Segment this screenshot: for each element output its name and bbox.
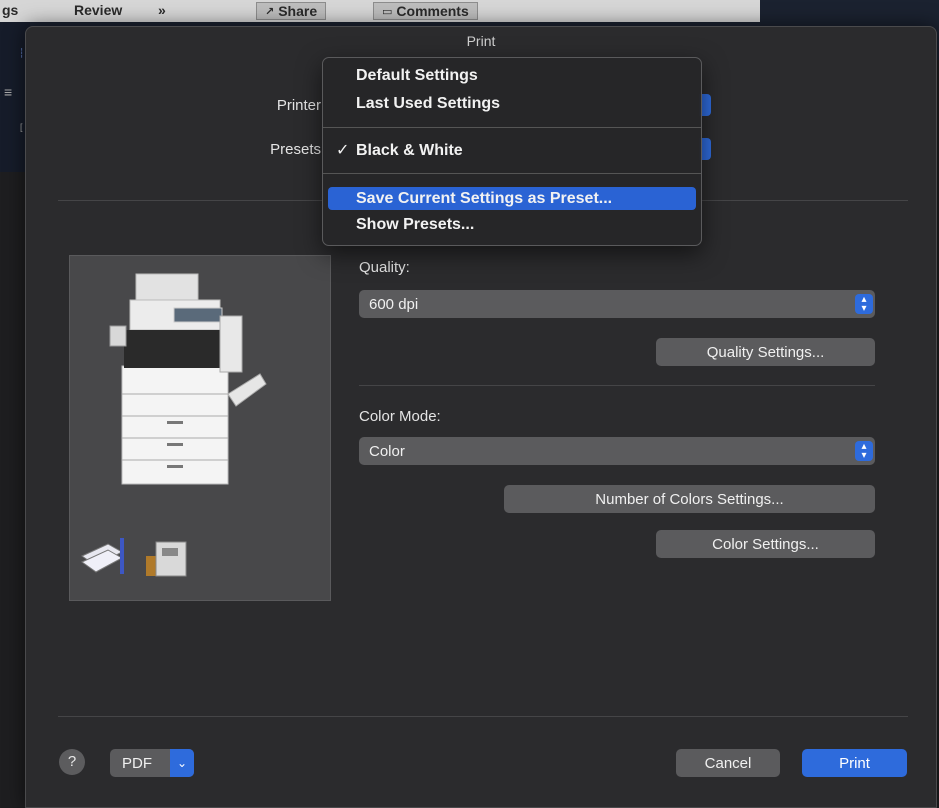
pdf-menu-button[interactable]: PDF ⌄ <box>110 749 194 777</box>
printer-image-icon <box>81 273 267 577</box>
menu-item-label: Default Settings <box>356 67 478 84</box>
screen: gs Review » ↗ Share ▭ Comments ┆ ≡ [ Pri… <box>0 0 939 808</box>
menu-separator <box>323 127 701 128</box>
menu-item-label: Black & White <box>356 142 463 159</box>
popup-arrows-icon: ▴ ▾ <box>855 441 873 461</box>
quality-settings-button[interactable]: Quality Settings... <box>656 338 875 366</box>
help-button[interactable]: ? <box>59 749 85 775</box>
checkmark-icon: ✓ <box>336 142 350 159</box>
background-toolbar: gs Review » ↗ Share ▭ Comments <box>0 0 760 22</box>
share-icon: ↗ <box>265 5 275 18</box>
share-label: Share <box>278 3 318 19</box>
menu-item-show-presets[interactable]: Show Presets... <box>328 213 696 236</box>
menu-separator <box>323 173 701 174</box>
popup-arrows-icon: ▴ ▾ <box>855 294 873 314</box>
background-share-button[interactable]: ↗ Share <box>256 2 327 20</box>
chevron-down-icon: ⌄ <box>170 749 194 777</box>
quality-label: Quality: <box>359 259 410 276</box>
overflow-chevron-icon[interactable]: » <box>158 2 166 18</box>
background-tab-review[interactable]: Review <box>74 2 122 18</box>
list-icon: ≡ <box>4 84 13 100</box>
comments-label: Comments <box>396 3 469 19</box>
bottom-divider <box>58 716 908 717</box>
color-mode-select-value: Color <box>369 442 405 460</box>
menu-item-last-used-settings[interactable]: Last Used Settings <box>328 92 696 115</box>
background-toolbar-item: gs <box>2 2 19 18</box>
menu-item-save-current-settings[interactable]: Save Current Settings as Preset... <box>328 187 696 210</box>
printer-label: Printer <box>276 97 321 114</box>
number-of-colors-settings-button[interactable]: Number of Colors Settings... <box>504 485 875 513</box>
presets-menu: Default Settings Last Used Settings ✓ Bl… <box>322 57 702 246</box>
background-comments-button[interactable]: ▭ Comments <box>373 2 478 20</box>
quality-select[interactable]: 600 dpi ▴ ▾ <box>359 290 875 318</box>
ruler-mark-icon: ┆ <box>19 48 25 58</box>
menu-item-label: Show Presets... <box>356 216 475 233</box>
quality-divider <box>359 385 875 386</box>
paper-stack-icon <box>81 538 124 574</box>
quality-select-value: 600 dpi <box>369 295 419 313</box>
fax-icon <box>146 541 187 577</box>
menu-item-label: Save Current Settings as Preset... <box>356 190 613 207</box>
presets-label: Presets <box>270 141 321 158</box>
bracket-icon: [ <box>20 122 23 132</box>
pdf-label: PDF <box>122 754 152 772</box>
printer-preview <box>69 255 331 601</box>
comment-icon: ▭ <box>382 5 393 18</box>
dialog-title: Print <box>466 33 496 49</box>
cancel-button[interactable]: Cancel <box>676 749 780 777</box>
color-settings-button[interactable]: Color Settings... <box>656 530 875 558</box>
menu-item-black-white[interactable]: ✓ Black & White <box>328 139 696 162</box>
menu-item-label: Last Used Settings <box>356 95 501 112</box>
print-button[interactable]: Print <box>802 749 907 777</box>
help-icon: ? <box>67 753 77 770</box>
color-mode-select[interactable]: Color ▴ ▾ <box>359 437 875 465</box>
color-mode-label: Color Mode: <box>359 408 441 425</box>
menu-item-default-settings[interactable]: Default Settings <box>328 64 696 87</box>
